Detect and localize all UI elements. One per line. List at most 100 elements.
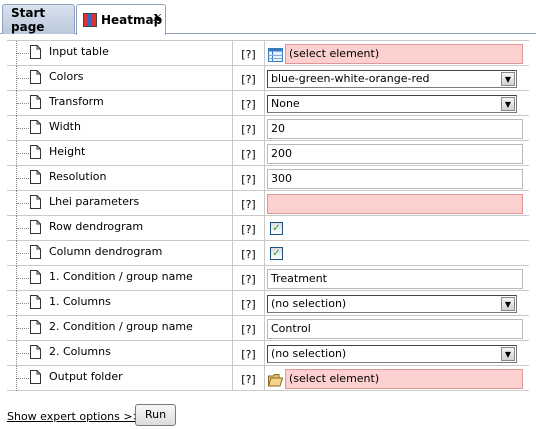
help-link[interactable]: [?]	[233, 91, 265, 115]
param-dropdown[interactable]: None ▼	[267, 95, 517, 113]
param-label: 1. Condition / group name	[49, 270, 193, 283]
tree-line	[17, 378, 29, 379]
tab-bar: Start page Heatmap x	[0, 0, 536, 35]
param-row: Output folder [?] (select element)	[7, 366, 529, 391]
dropdown-value: (no selection)	[271, 347, 347, 360]
help-link[interactable]: [?]	[233, 66, 265, 90]
folder-icon[interactable]	[267, 373, 284, 387]
param-name-cell: Lhei parameters	[7, 191, 233, 216]
help-link[interactable]: [?]	[233, 141, 265, 165]
param-dropdown[interactable]: (no selection) ▼	[267, 295, 517, 313]
param-value-cell	[265, 191, 529, 215]
param-row: Resolution [?] 300	[7, 166, 529, 191]
tree-line	[17, 153, 29, 154]
param-text-input[interactable]: Treatment	[267, 269, 523, 289]
param-value-cell: (no selection) ▼	[265, 291, 529, 315]
param-value-cell: 20	[265, 116, 529, 140]
tree-line	[17, 53, 29, 54]
tree-line	[17, 78, 29, 79]
document-icon	[30, 320, 41, 334]
param-name-cell: Width	[7, 116, 233, 141]
tab-start-page[interactable]: Start page	[2, 4, 75, 34]
tree-line	[17, 128, 29, 129]
tree-line	[17, 278, 29, 279]
help-link[interactable]: [?]	[233, 116, 265, 140]
help-link[interactable]: [?]	[233, 341, 265, 365]
tree-line	[17, 253, 29, 254]
param-value-cell: 200	[265, 141, 529, 165]
chevron-down-icon[interactable]: ▼	[501, 97, 515, 111]
param-label: Colors	[49, 70, 84, 83]
param-row: Transform [?] None ▼	[7, 91, 529, 116]
param-row: 2. Columns [?] (no selection) ▼	[7, 341, 529, 366]
param-value-cell: None ▼	[265, 91, 529, 115]
tab-start-page-label: Start page	[11, 5, 46, 34]
param-dropdown[interactable]: (no selection) ▼	[267, 345, 517, 363]
param-label: Lhei parameters	[49, 195, 140, 208]
param-name-cell: Transform	[7, 91, 233, 116]
param-label: 2. Condition / group name	[49, 320, 193, 333]
param-name-cell: 1. Columns	[7, 291, 233, 316]
param-checkbox[interactable]: ✓	[270, 247, 283, 260]
tab-heatmap[interactable]: Heatmap x	[76, 4, 166, 35]
document-icon	[30, 370, 41, 384]
param-label: Width	[49, 120, 81, 133]
help-link[interactable]: [?]	[233, 41, 265, 65]
param-value-cell: 300	[265, 166, 529, 190]
param-text-input[interactable]: 20	[267, 119, 523, 139]
param-name-cell: Height	[7, 141, 233, 166]
heatmap-icon	[83, 13, 97, 27]
help-link[interactable]: [?]	[233, 216, 265, 240]
chevron-down-icon[interactable]: ▼	[501, 297, 515, 311]
parameter-table: Input table [?] (select element) Colors [?] b…	[7, 40, 529, 391]
dropdown-value: blue-green-white-orange-red	[271, 72, 430, 85]
help-link[interactable]: [?]	[233, 366, 265, 390]
param-text-input[interactable]: 200	[267, 144, 523, 164]
document-icon	[30, 170, 41, 184]
param-text-input[interactable]: 300	[267, 169, 523, 189]
param-value-cell: blue-green-white-orange-red ▼	[265, 66, 529, 90]
dropdown-value: None	[271, 97, 300, 110]
param-text-input[interactable]: Control	[267, 319, 523, 339]
param-name-cell: 2. Columns	[7, 341, 233, 366]
param-label: Input table	[49, 45, 109, 58]
param-checkbox[interactable]: ✓	[270, 222, 283, 235]
document-icon	[30, 45, 41, 59]
close-tab-button[interactable]: x	[153, 10, 161, 25]
help-link[interactable]: [?]	[233, 316, 265, 340]
chevron-down-icon[interactable]: ▼	[501, 72, 515, 86]
element-select-field[interactable]: (select element)	[285, 44, 523, 64]
show-expert-options-link[interactable]: Show expert options >>	[7, 410, 142, 423]
param-text-input[interactable]	[267, 194, 523, 214]
param-value-cell: (no selection) ▼	[265, 341, 529, 365]
param-value-cell: (select element)	[265, 41, 529, 65]
document-icon	[30, 220, 41, 234]
element-select-field[interactable]: (select element)	[285, 369, 523, 389]
tree-line	[17, 103, 29, 104]
document-icon	[30, 95, 41, 109]
param-name-cell: 1. Condition / group name	[7, 266, 233, 291]
param-label: 1. Columns	[49, 295, 111, 308]
run-button[interactable]: Run	[135, 404, 176, 426]
param-name-cell: Colors	[7, 66, 233, 91]
param-label: Height	[49, 145, 86, 158]
param-row: Row dendrogram [?] ✓	[7, 216, 529, 241]
table-icon[interactable]	[268, 48, 283, 62]
param-name-cell: Column dendrogram	[7, 241, 233, 266]
help-link[interactable]: [?]	[233, 291, 265, 315]
param-name-cell: Input table	[7, 41, 233, 66]
document-icon	[30, 145, 41, 159]
param-row: 1. Condition / group name [?] Treatment	[7, 266, 529, 291]
help-link[interactable]: [?]	[233, 266, 265, 290]
param-label: Column dendrogram	[49, 245, 163, 258]
param-dropdown[interactable]: blue-green-white-orange-red ▼	[267, 70, 517, 88]
help-link[interactable]: [?]	[233, 166, 265, 190]
param-value-cell: ✓	[265, 241, 529, 265]
param-row: Input table [?] (select element)	[7, 41, 529, 66]
document-icon	[30, 245, 41, 259]
param-name-cell: 2. Condition / group name	[7, 316, 233, 341]
help-link[interactable]: [?]	[233, 191, 265, 215]
param-row: Height [?] 200	[7, 141, 529, 166]
chevron-down-icon[interactable]: ▼	[501, 347, 515, 361]
help-link[interactable]: [?]	[233, 241, 265, 265]
